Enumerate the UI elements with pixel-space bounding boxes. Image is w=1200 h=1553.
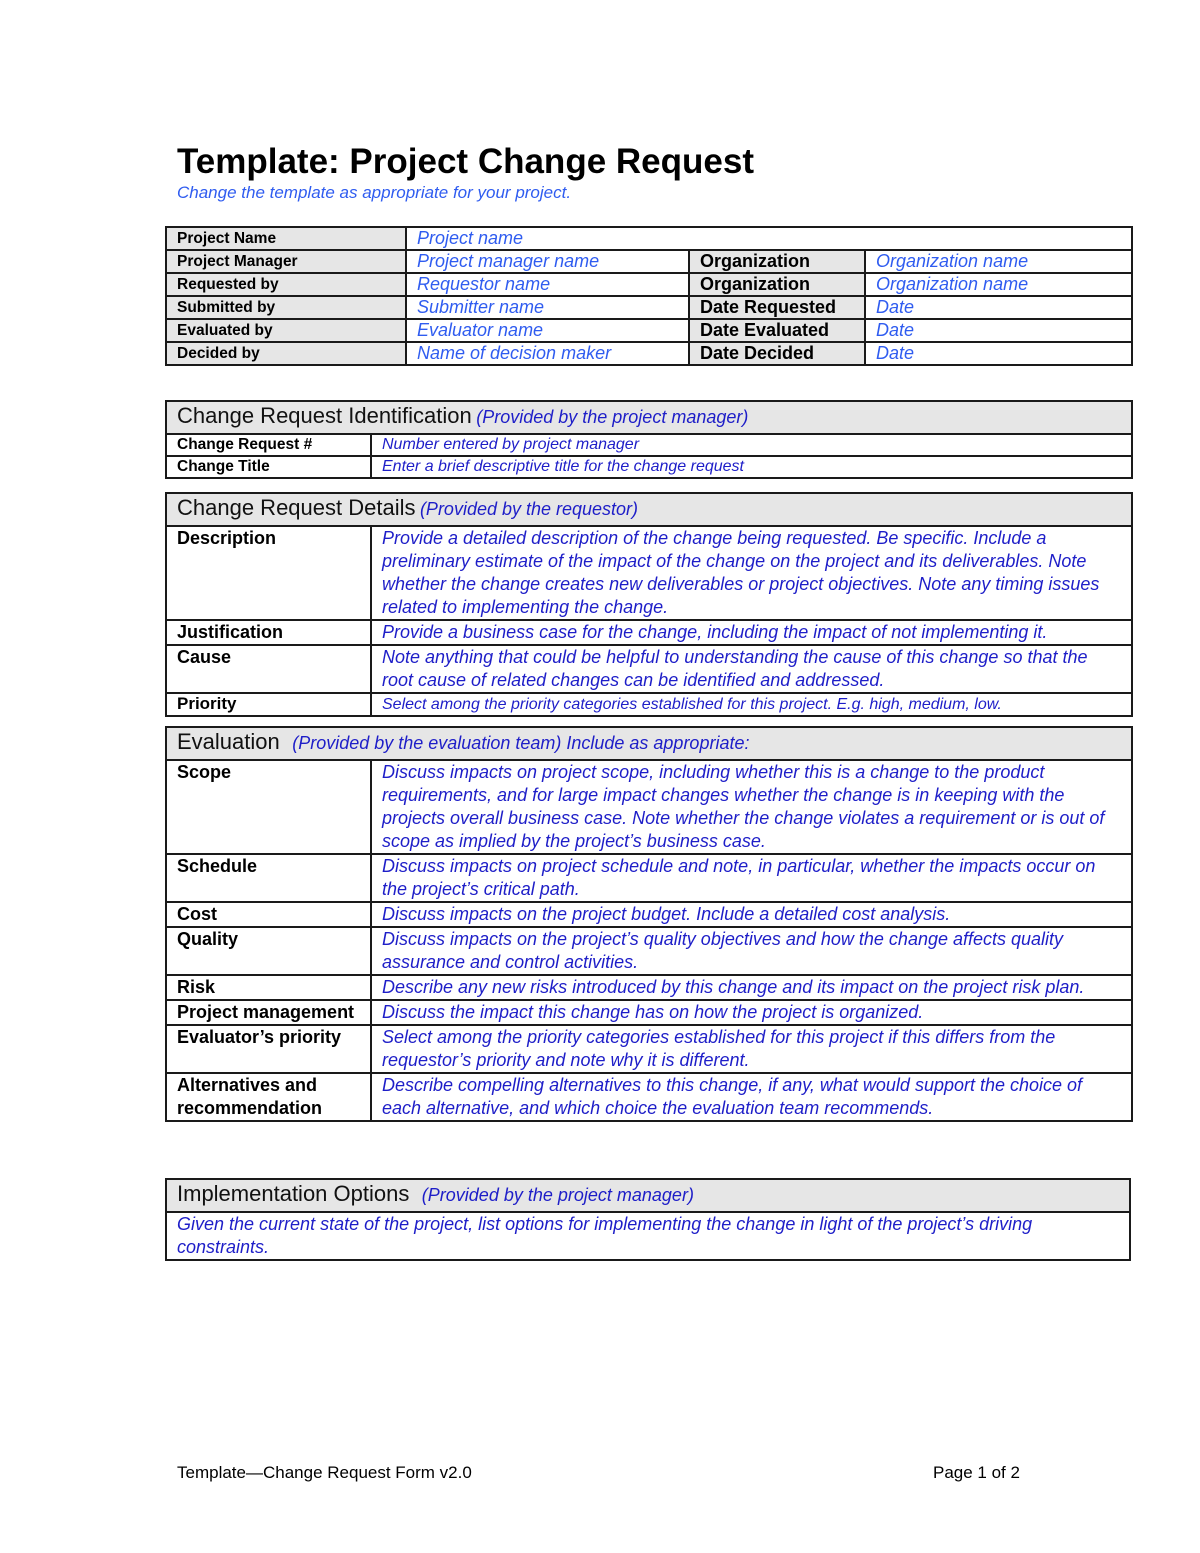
requestor-organization-label: Organization	[688, 272, 866, 297]
section-title: Implementation Options	[177, 1181, 410, 1206]
table-row: Cost Discuss impacts on the project budg…	[165, 901, 1134, 928]
table-row: Quality Discuss impacts on the project’s…	[165, 926, 1134, 976]
date-decided-label: Date Decided	[688, 341, 866, 366]
justification-label: Justification	[165, 619, 372, 646]
section-note: (Provided by the evaluation team) Includ…	[292, 733, 750, 753]
description-field[interactable]: Provide a detailed description of the ch…	[369, 525, 1134, 621]
submitted-by-field[interactable]: Submitter name	[405, 295, 690, 320]
project-name-field[interactable]: Project name	[405, 226, 1133, 251]
quality-label: Quality	[165, 926, 372, 976]
cost-label: Cost	[165, 901, 372, 928]
section-title: Change Request Details	[177, 495, 416, 520]
requested-by-label: Requested by	[165, 272, 407, 297]
project-info-table: Project Name Project name Project Manage…	[165, 226, 1133, 366]
table-row: Cause Note anything that could be helpfu…	[165, 644, 1134, 694]
evaluated-by-field[interactable]: Evaluator name	[405, 318, 690, 343]
section-note: (Provided by the project manager)	[476, 407, 749, 427]
date-evaluated-label: Date Evaluated	[688, 318, 866, 343]
evaluation-section: Evaluation (Provided by the evaluation t…	[164, 726, 1134, 1122]
date-evaluated-field[interactable]: Date	[864, 318, 1133, 343]
implementation-options-field[interactable]: Given the current state of the project, …	[165, 1211, 1131, 1261]
table-row: Priority Select among the priority categ…	[165, 692, 1134, 717]
table-row: Given the current state of the project, …	[165, 1211, 1131, 1261]
priority-field[interactable]: Select among the priority categories est…	[369, 692, 1134, 717]
table-row: Scope Discuss impacts on project scope, …	[165, 759, 1134, 855]
organization-label: Organization	[688, 249, 866, 274]
evaluators-priority-label: Evaluator’s priority	[165, 1024, 372, 1074]
details-section: Change Request Details (Provided by the …	[164, 492, 1134, 717]
risk-label: Risk	[165, 974, 372, 1001]
change-request-number-label: Change Request #	[165, 433, 372, 457]
evaluated-by-label: Evaluated by	[165, 318, 407, 343]
table-row: Justification Provide a business case fo…	[165, 619, 1134, 646]
implementation-section: Implementation Options (Provided by the …	[165, 1178, 1131, 1261]
project-management-field[interactable]: Discuss the impact this change has on ho…	[369, 999, 1134, 1026]
evaluators-priority-field[interactable]: Select among the priority categories est…	[369, 1024, 1134, 1074]
table-row: Project Name Project name	[165, 226, 1133, 251]
requested-by-field[interactable]: Requestor name	[405, 272, 690, 297]
footer-page-number: Page 1 of 2	[933, 1463, 1020, 1482]
cause-field[interactable]: Note anything that could be helpful to u…	[369, 644, 1134, 694]
change-title-label: Change Title	[165, 455, 372, 479]
table-row: Description Provide a detailed descripti…	[165, 525, 1134, 621]
table-row: Schedule Discuss impacts on project sche…	[165, 853, 1134, 903]
change-title-field[interactable]: Enter a brief descriptive title for the …	[369, 455, 1134, 479]
table-row: Requested by Requestor name Organization…	[165, 272, 1133, 297]
section-header: Implementation Options (Provided by the …	[165, 1178, 1131, 1213]
table-row: Decided by Name of decision maker Date D…	[165, 341, 1133, 366]
cost-field[interactable]: Discuss impacts on the project budget. I…	[369, 901, 1134, 928]
date-decided-field[interactable]: Date	[864, 341, 1133, 366]
table-row: Project Manager Project manager name Org…	[165, 249, 1133, 274]
table-row: Evaluator’s priority Select among the pr…	[165, 1024, 1134, 1074]
table-row: Risk Describe any new risks introduced b…	[165, 974, 1134, 1001]
date-requested-field[interactable]: Date	[864, 295, 1133, 320]
section-note: (Provided by the requestor)	[419, 499, 639, 519]
change-request-number-field[interactable]: Number entered by project manager	[369, 433, 1134, 457]
table-row: Submitted by Submitter name Date Request…	[165, 295, 1133, 320]
submitted-by-label: Submitted by	[165, 295, 407, 320]
section-note: (Provided by the project manager)	[421, 1185, 694, 1205]
justification-field[interactable]: Provide a business case for the change, …	[369, 619, 1134, 646]
document-page: Template: Project Change Request Change …	[0, 0, 1200, 1553]
project-name-label: Project Name	[165, 226, 407, 251]
table-row: Evaluated by Evaluator name Date Evaluat…	[165, 318, 1133, 343]
risk-field[interactable]: Describe any new risks introduced by thi…	[369, 974, 1134, 1001]
footer-document-name: Template—Change Request Form v2.0	[177, 1463, 472, 1482]
table-row: Change Request # Number entered by proje…	[165, 433, 1134, 457]
description-label: Description	[165, 525, 372, 621]
identification-section: Change Request Identification (Provided …	[164, 400, 1134, 479]
cause-label: Cause	[165, 644, 372, 694]
schedule-label: Schedule	[165, 853, 372, 903]
document-subtitle: Change the template as appropriate for y…	[177, 183, 572, 202]
schedule-field[interactable]: Discuss impacts on project schedule and …	[369, 853, 1134, 903]
scope-field[interactable]: Discuss impacts on project scope, includ…	[369, 759, 1134, 855]
section-header: Change Request Details (Provided by the …	[164, 492, 1134, 527]
section-title: Evaluation	[177, 729, 280, 754]
alternatives-field[interactable]: Describe compelling alternatives to this…	[369, 1072, 1134, 1122]
table-row: Project management Discuss the impact th…	[165, 999, 1134, 1026]
priority-label: Priority	[165, 692, 372, 717]
section-title: Change Request Identification	[177, 403, 472, 428]
project-manager-field[interactable]: Project manager name	[405, 249, 690, 274]
section-header: Change Request Identification (Provided …	[164, 400, 1134, 435]
document-title: Template: Project Change Request	[177, 142, 754, 181]
decided-by-label: Decided by	[165, 341, 407, 366]
quality-field[interactable]: Discuss impacts on the project’s quality…	[369, 926, 1134, 976]
scope-label: Scope	[165, 759, 372, 855]
decided-by-field[interactable]: Name of decision maker	[405, 341, 690, 366]
alternatives-label: Alternatives and recommendation	[165, 1072, 372, 1122]
organization-field[interactable]: Organization name	[864, 249, 1133, 274]
project-management-label: Project management	[165, 999, 372, 1026]
project-manager-label: Project Manager	[165, 249, 407, 274]
section-header: Evaluation (Provided by the evaluation t…	[164, 726, 1134, 761]
table-row: Alternatives and recommendation Describe…	[165, 1072, 1134, 1122]
table-row: Change Title Enter a brief descriptive t…	[165, 455, 1134, 479]
requestor-organization-field[interactable]: Organization name	[864, 272, 1133, 297]
date-requested-label: Date Requested	[688, 295, 866, 320]
